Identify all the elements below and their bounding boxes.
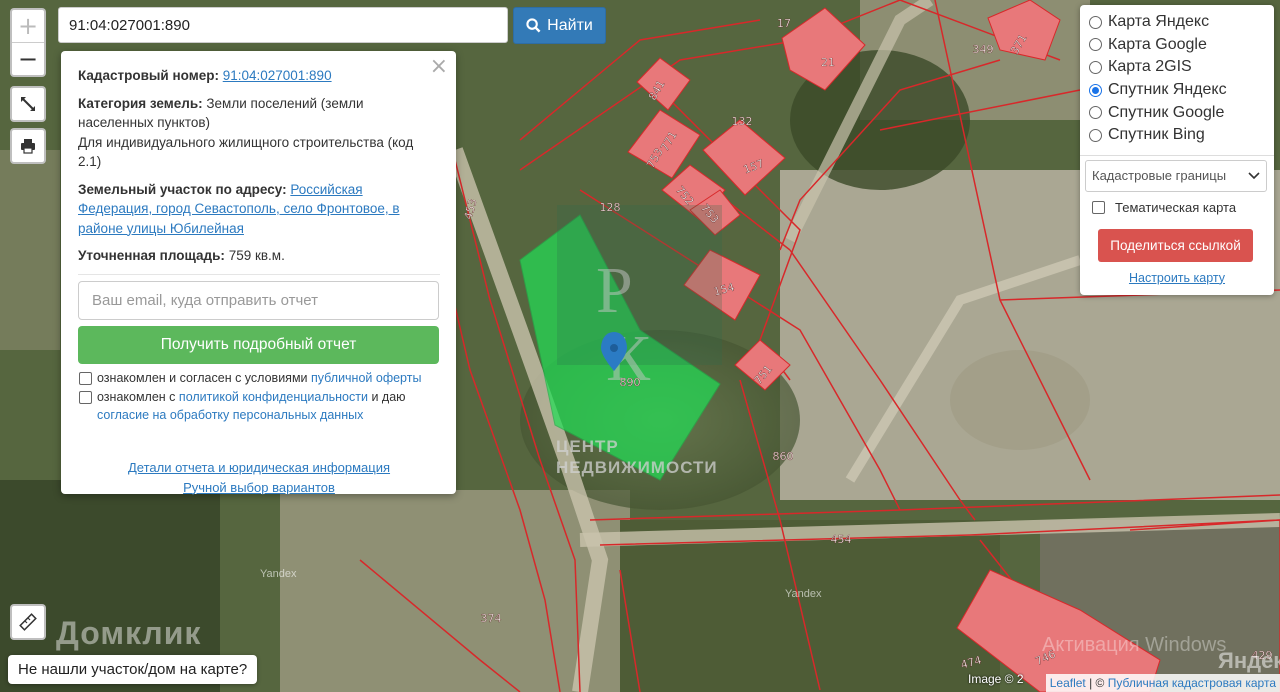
area-value: 759 кв.м. (228, 248, 285, 263)
land-usage-value: Для индивидуального жилищного строительс… (78, 134, 414, 170)
cadastral-search-input[interactable] (58, 7, 508, 43)
parcel-number-label: 17 (777, 17, 791, 30)
public-offer-link[interactable]: публичной оферты (311, 371, 421, 385)
land-category-label: Категория земель: (78, 95, 203, 111)
address-label: Земельный участок по адресу: (78, 181, 287, 197)
cadastral-number-row: Кадастровый номер: 91:04:027001:890 (78, 66, 440, 86)
close-popup-icon[interactable]: × (430, 56, 448, 78)
layer-radio[interactable] (1089, 106, 1102, 120)
overlay-select[interactable]: Кадастровые границы (1085, 159, 1267, 192)
search-button-label: Найти (547, 16, 593, 34)
not-found-button[interactable]: Не нашли участок/дом на карте? (8, 655, 258, 684)
search-icon (526, 18, 541, 33)
layer-option[interactable]: Карта 2GIS (1089, 56, 1274, 79)
parcel-number-label: 890 (620, 376, 641, 389)
cadastral-number-label: Кадастровый номер: (78, 68, 219, 83)
privacy-consent-text-a: ознакомлен с (97, 389, 176, 404)
cadastral-number-link[interactable]: 91:04:027001:890 (223, 68, 332, 83)
yandex-tile-label-1: Yandex (260, 568, 297, 580)
offer-consent-text: ознакомлен и согласен с условиями (97, 370, 308, 385)
domclick-watermark: Домклик (56, 615, 202, 651)
fullscreen-icon (21, 97, 35, 111)
popup-links: Детали отчета и юридическая информация Р… (78, 458, 440, 498)
center-watermark: ЦЕНТР НЕДВИЖИМОСТИ (556, 437, 718, 477)
thematic-map-label: Тематическая карта (1115, 199, 1237, 215)
pkk-link[interactable]: Публичная кадастровая карта (1108, 676, 1276, 690)
zoom-out-button[interactable]: − (12, 43, 44, 75)
offer-consent-checkbox[interactable] (79, 371, 92, 385)
zoom-in-button[interactable]: + (12, 10, 44, 42)
privacy-consent-text-b: и даю (371, 389, 406, 404)
chevron-down-icon (1248, 171, 1260, 179)
land-category-row: Категория земель: Земли поселений (земли… (78, 94, 440, 133)
layer-option[interactable]: Карта Яндекс (1089, 11, 1274, 34)
map-attribution: Leaflet | © Публичная кадастровая карта (1045, 674, 1280, 692)
ruler-icon (19, 613, 37, 631)
privacy-consent-checkbox[interactable] (79, 390, 92, 404)
layer-radio[interactable] (1089, 128, 1102, 142)
parcel-number-label: 454 (831, 533, 852, 546)
parcel-number-label: 21 (821, 56, 835, 69)
offer-consent-checkbox-row: ознакомлен и согласен с условиями публич… (78, 369, 440, 387)
parcel-number-label: 132 (732, 115, 753, 128)
layer-option[interactable]: Спутник Яндекс (1089, 79, 1274, 102)
layer-radio[interactable] (1089, 15, 1102, 29)
layer-option-label: Карта Яндекс (1108, 13, 1210, 31)
share-link-button[interactable]: Поделиться ссылкой (1098, 228, 1253, 262)
measure-tool-button[interactable] (10, 604, 46, 640)
layer-option-label: Спутник Яндекс (1108, 81, 1227, 99)
layer-option[interactable]: Карта Google (1089, 34, 1274, 57)
image-copyright: Image © 2 (968, 672, 1024, 686)
logo-letter-p: Р (596, 254, 633, 327)
get-report-button[interactable]: Получить подробный отчет (78, 325, 439, 364)
search-button[interactable]: Найти (513, 7, 606, 44)
layer-radio[interactable] (1089, 60, 1102, 74)
layer-radio[interactable] (1089, 83, 1102, 97)
area-label: Уточненная площадь: (78, 248, 225, 263)
layer-radio[interactable] (1089, 38, 1102, 52)
parcel-number-label: 374 (481, 612, 502, 625)
thematic-map-checkbox[interactable] (1092, 200, 1105, 214)
configure-map-link[interactable]: Настроить карту (1129, 271, 1225, 285)
privacy-policy-link[interactable]: политикой конфиденциальности (179, 390, 368, 404)
print-button[interactable] (10, 128, 46, 164)
fullscreen-button[interactable] (10, 86, 46, 122)
layer-option[interactable]: Спутник Bing (1089, 124, 1274, 147)
privacy-consent-checkbox-row: ознакомлен с политикой конфиденциальност… (78, 388, 440, 424)
parcel-number-label: 128 (600, 201, 621, 214)
overlay-select-value: Кадастровые границы (1092, 168, 1227, 184)
parcel-info-popup: × Кадастровый номер: 91:04:027001:890 Ка… (61, 51, 456, 495)
email-input[interactable]: Ваш email, куда отправить отчет (78, 280, 439, 320)
layer-option-label: Карта Google (1108, 35, 1207, 53)
print-icon (21, 139, 35, 154)
layer-switcher-panel: Карта Яндекс Карта Google Карта 2GIS Спутни… (1080, 5, 1274, 295)
layer-option-label: Карта 2GIS (1108, 58, 1192, 76)
report-details-link[interactable]: Детали отчета и юридическая информация (78, 458, 440, 478)
area-row: Уточненная площадь: 759 кв.м. (78, 246, 440, 266)
parcel-number-label: 860 (773, 450, 794, 463)
manual-selection-link[interactable]: Ручной выбор вариантов (78, 478, 440, 498)
zoom-control: + − (10, 8, 46, 77)
data-processing-consent-link[interactable]: согласие на обработку персональных данны… (97, 408, 363, 422)
windows-activation-watermark: Активация Windows (1042, 634, 1227, 656)
yandex-watermark: Яндекс (1218, 648, 1280, 673)
attribution-separator: | © (1085, 676, 1108, 690)
layer-option-label: Спутник Bing (1108, 126, 1205, 144)
leaflet-link[interactable]: Leaflet (1050, 676, 1086, 690)
layer-option-label: Спутник Google (1108, 103, 1225, 121)
parcel-number-label: 349 (973, 43, 994, 56)
layer-option[interactable]: Спутник Google (1089, 101, 1274, 124)
address-row: Земельный участок по адресу: Российская … (78, 180, 440, 239)
yandex-tile-label-2: Yandex (785, 588, 822, 600)
thematic-map-row: Тематическая карта (1089, 200, 1274, 215)
